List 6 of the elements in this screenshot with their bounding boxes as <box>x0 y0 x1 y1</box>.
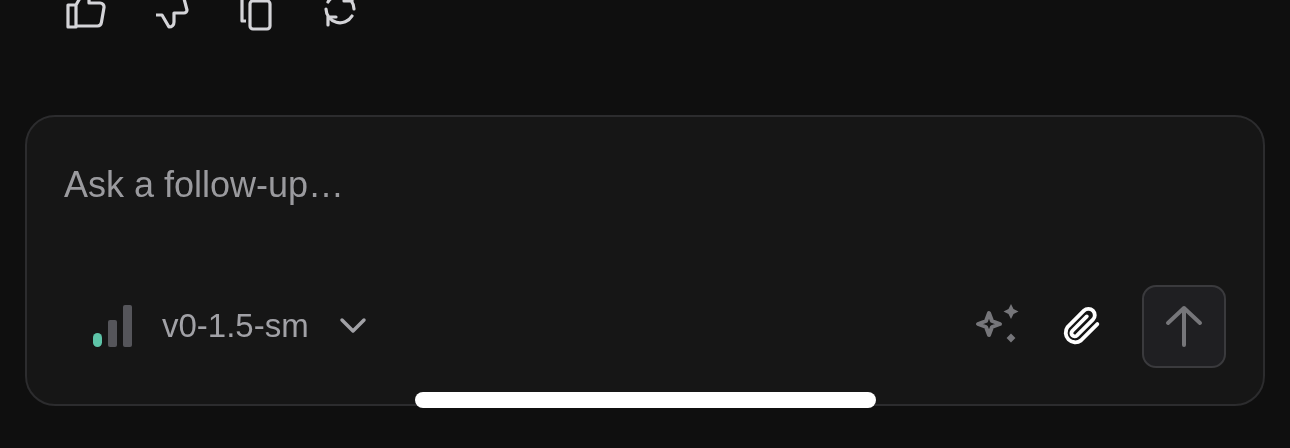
input-field[interactable]: Ask a follow-up… <box>64 161 1226 209</box>
arrow-up-icon <box>1165 305 1203 347</box>
chevron-down-icon <box>338 317 367 335</box>
model-selector[interactable]: v0-1.5-sm <box>92 301 367 351</box>
send-button[interactable] <box>1142 284 1226 368</box>
signal-bars-icon <box>92 304 132 348</box>
